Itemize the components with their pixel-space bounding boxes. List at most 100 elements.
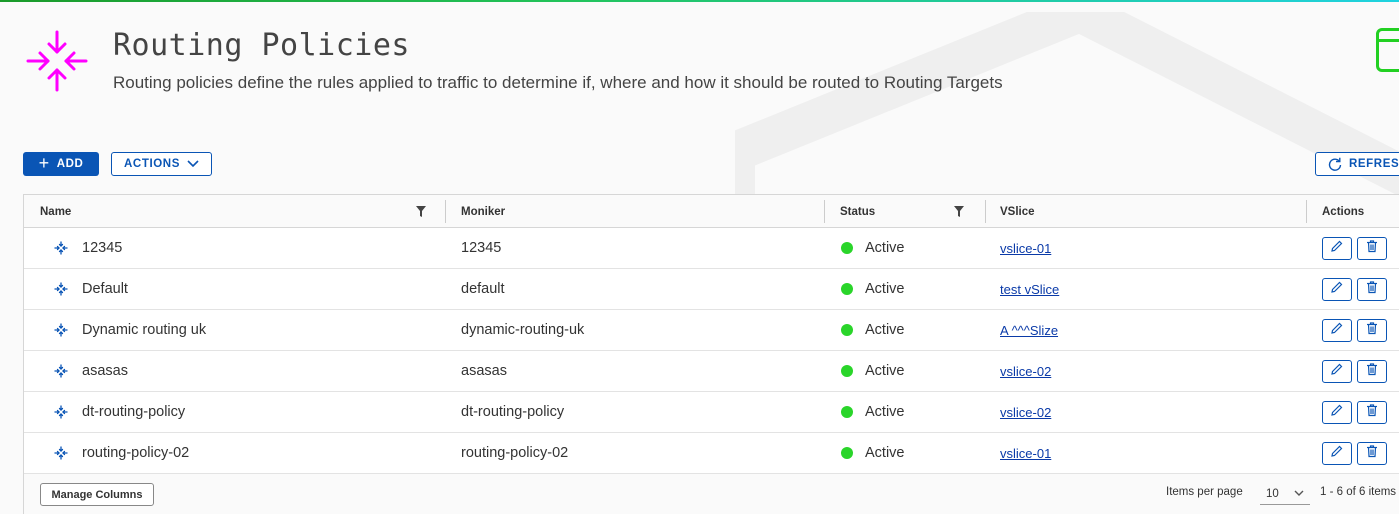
window-icon[interactable] xyxy=(1376,28,1399,72)
cell-name: Default xyxy=(82,281,128,297)
pencil-icon xyxy=(1330,239,1344,258)
cell-status: Active xyxy=(841,228,905,268)
pencil-icon xyxy=(1330,321,1344,340)
vslice-link[interactable]: A ^^^Slize xyxy=(1000,323,1058,338)
vslice-link[interactable]: vslice-02 xyxy=(1000,405,1051,420)
cell-name: routing-policy-02 xyxy=(82,445,190,461)
table-row[interactable]: Default default Active test vSlice xyxy=(24,269,1399,310)
column-separator[interactable] xyxy=(1306,200,1307,223)
status-text: Active xyxy=(865,445,905,461)
filter-icon[interactable] xyxy=(954,206,964,217)
cell-name: Dynamic routing uk xyxy=(82,322,207,338)
edit-button[interactable] xyxy=(1322,360,1352,383)
status-dot-icon xyxy=(841,365,853,377)
column-header-moniker[interactable]: Moniker xyxy=(461,195,505,228)
column-header-name[interactable]: Name xyxy=(40,195,71,228)
cell-status: Active xyxy=(841,269,905,309)
trash-icon xyxy=(1365,362,1379,381)
delete-button[interactable] xyxy=(1357,278,1387,301)
filter-icon[interactable] xyxy=(416,206,426,217)
refresh-icon xyxy=(1328,157,1342,171)
table-row[interactable]: Dynamic routing uk dynamic-routing-uk Acti… xyxy=(24,310,1399,351)
pencil-icon xyxy=(1330,444,1344,463)
vslice-link[interactable]: vslice-02 xyxy=(1000,364,1051,379)
delete-button[interactable] xyxy=(1357,319,1387,342)
refresh-button[interactable]: REFRESH xyxy=(1315,152,1399,176)
cell-status: Active xyxy=(841,433,905,473)
edit-button[interactable] xyxy=(1322,319,1352,342)
cell-status: Active xyxy=(841,392,905,432)
edit-button[interactable] xyxy=(1322,278,1352,301)
table-footer: Manage Columns Items per page 10 1 - 6 o… xyxy=(24,474,1399,514)
cell-vslice: vslice-01 xyxy=(1000,433,1051,473)
delete-button[interactable] xyxy=(1357,401,1387,424)
column-separator[interactable] xyxy=(824,200,825,223)
cell-status: Active xyxy=(841,351,905,391)
pencil-icon xyxy=(1330,280,1344,299)
edit-button[interactable] xyxy=(1322,237,1352,260)
edit-button[interactable] xyxy=(1322,442,1352,465)
chevron-down-icon xyxy=(187,160,199,168)
vslice-link[interactable]: test vSlice xyxy=(1000,282,1059,297)
status-dot-icon xyxy=(841,283,853,295)
routing-policy-icon xyxy=(54,446,68,460)
cell-moniker: 12345 xyxy=(461,240,502,256)
status-dot-icon xyxy=(841,447,853,459)
items-per-page-select[interactable]: 10 xyxy=(1260,483,1310,505)
top-accent-bar xyxy=(0,0,1399,2)
status-dot-icon xyxy=(841,406,853,418)
cell-moniker: routing-policy-02 xyxy=(461,445,569,461)
chevron-down-icon xyxy=(1294,490,1304,496)
routing-policy-icon xyxy=(54,405,68,419)
status-dot-icon xyxy=(841,324,853,336)
cell-status: Active xyxy=(841,310,905,350)
cell-moniker: asasas xyxy=(461,363,507,379)
cell-moniker: dynamic-routing-uk xyxy=(461,322,585,338)
actions-button-label: ACTIONS xyxy=(124,158,180,170)
actions-dropdown-button[interactable]: ACTIONS xyxy=(111,152,212,176)
pencil-icon xyxy=(1330,362,1344,381)
table-header: Name Moniker Status VSlice Actions xyxy=(24,195,1399,228)
column-header-vslice[interactable]: VSlice xyxy=(1000,195,1035,228)
status-dot-icon xyxy=(841,242,853,254)
trash-icon xyxy=(1365,444,1379,463)
add-button[interactable]: + ADD xyxy=(23,152,99,176)
table-row[interactable]: 12345 12345 Active vslice-01 xyxy=(24,228,1399,269)
cell-name: asasas xyxy=(82,363,128,379)
delete-button[interactable] xyxy=(1357,360,1387,383)
routing-policies-table: Name Moniker Status VSlice Actions 12345… xyxy=(23,194,1399,514)
manage-columns-button[interactable]: Manage Columns xyxy=(40,483,154,506)
refresh-button-label: REFRESH xyxy=(1349,158,1399,170)
cell-vslice: test vSlice xyxy=(1000,269,1059,309)
table-row[interactable]: asasas asasas Active vslice-02 xyxy=(24,351,1399,392)
delete-button[interactable] xyxy=(1357,442,1387,465)
column-header-status[interactable]: Status xyxy=(840,195,875,228)
pagination-range: 1 - 6 of 6 items xyxy=(1320,486,1397,498)
table-row[interactable]: routing-policy-02 routing-policy-02 Active… xyxy=(24,433,1399,474)
table-row[interactable]: dt-routing-policy dt-routing-policy Active… xyxy=(24,392,1399,433)
add-button-label: ADD xyxy=(56,158,84,170)
trash-icon xyxy=(1365,403,1379,422)
column-separator[interactable] xyxy=(445,200,446,223)
trash-icon xyxy=(1365,321,1379,340)
vslice-link[interactable]: vslice-01 xyxy=(1000,241,1051,256)
column-separator[interactable] xyxy=(985,200,986,223)
status-text: Active xyxy=(865,363,905,379)
pencil-icon xyxy=(1330,403,1344,422)
routing-policy-icon xyxy=(54,282,68,296)
vslice-link[interactable]: vslice-01 xyxy=(1000,446,1051,461)
routing-policy-icon xyxy=(54,323,68,337)
trash-icon xyxy=(1365,239,1379,258)
page-subtitle: Routing policies define the rules applie… xyxy=(113,73,1003,92)
edit-button[interactable] xyxy=(1322,401,1352,424)
cell-name: dt-routing-policy xyxy=(82,404,186,420)
cell-moniker: dt-routing-policy xyxy=(461,404,565,420)
column-header-actions: Actions xyxy=(1322,205,1365,218)
routing-policy-icon xyxy=(54,364,68,378)
plus-icon: + xyxy=(38,153,50,173)
status-text: Active xyxy=(865,404,905,420)
cell-name: 12345 xyxy=(82,240,123,256)
delete-button[interactable] xyxy=(1357,237,1387,260)
items-per-page-value: 10 xyxy=(1266,487,1279,500)
trash-icon xyxy=(1365,280,1379,299)
